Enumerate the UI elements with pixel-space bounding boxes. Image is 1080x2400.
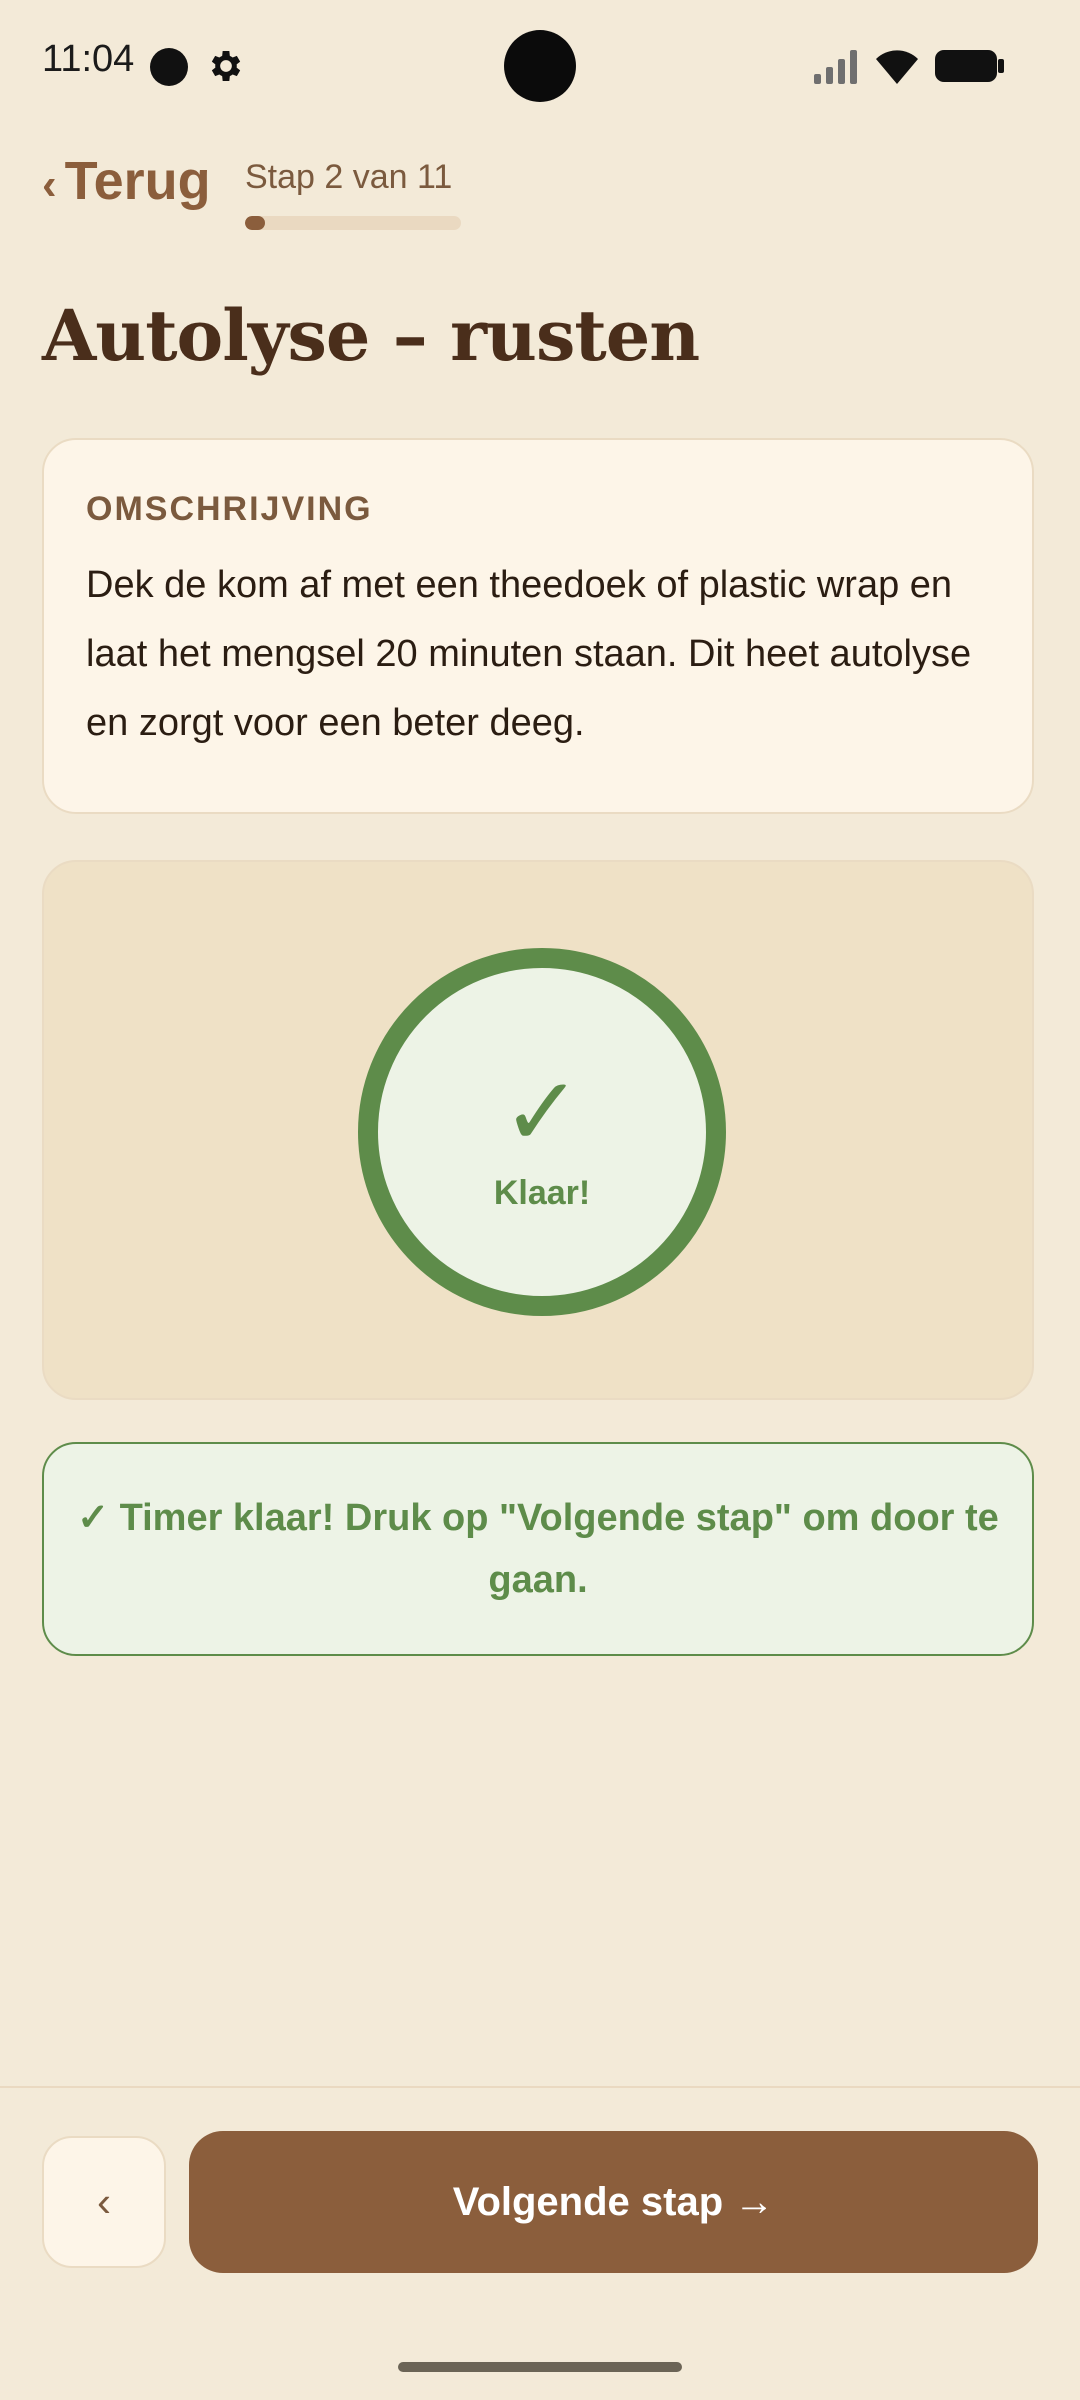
home-indicator[interactable] <box>398 2362 682 2372</box>
step-screen: 11:04 ‹ Terug Stap 2 van 11 Autolyse – ru… <box>0 0 1080 2400</box>
success-banner: ✓ Timer klaar! Druk op "Volgende stap" o… <box>42 1442 1034 1656</box>
wifi-icon <box>876 50 918 84</box>
checkmark-icon: ✓ <box>501 1056 583 1168</box>
success-message: ✓ Timer klaar! Druk op "Volgende stap" o… <box>77 1497 999 1601</box>
camera-cutout <box>504 30 576 102</box>
chevron-left-icon: ‹ <box>42 160 57 209</box>
page-title: Autolyse – rusten <box>42 294 700 377</box>
description-card: OMSCHRIJVING Dek de kom af met een theed… <box>42 438 1034 814</box>
status-time: 11:04 <box>42 38 135 80</box>
previous-step-button[interactable]: ‹ <box>42 2136 166 2268</box>
gear-icon <box>211 51 241 81</box>
signal-icon <box>814 50 857 84</box>
footer-divider <box>0 2086 1080 2088</box>
description-heading: OMSCHRIJVING <box>86 490 373 528</box>
description-text: Dek de kom af met een theedoek of plasti… <box>86 564 972 744</box>
timer-status-label: Klaar! <box>493 1174 591 1212</box>
next-step-button[interactable]: Volgende stap → <box>189 2131 1038 2273</box>
step-counter: Stap 2 van 11 <box>245 158 453 196</box>
back-button[interactable]: ‹ Terug <box>42 150 211 212</box>
back-label: Terug <box>64 151 211 211</box>
chevron-left-icon: ‹ <box>97 2178 111 2225</box>
timer-ring: ✓ Klaar! <box>358 948 726 1316</box>
step-progress-fill <box>245 216 265 230</box>
step-progress-bar <box>245 216 461 230</box>
notification-dot-icon <box>150 48 188 86</box>
battery-icon <box>935 50 1004 82</box>
status-bar: 11:04 <box>0 0 1080 130</box>
timer-card: ✓ Klaar! <box>42 860 1034 1400</box>
